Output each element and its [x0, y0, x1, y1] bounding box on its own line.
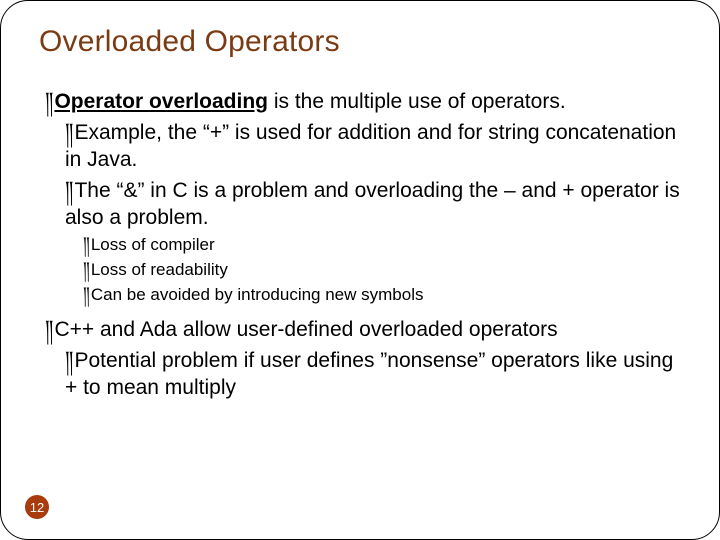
bullet-level-2: ༎The “&” in C is a problem and overloadi… — [65, 176, 681, 232]
slide-content: ༎Operator overloading is the multiple us… — [39, 87, 681, 402]
text-run: Operator overloading — [54, 90, 268, 113]
bullet-icon: ༎ — [45, 315, 53, 342]
bullet-level-1: ༎Operator overloading is the multiple us… — [45, 87, 681, 116]
bullet-icon: ༎ — [65, 176, 73, 203]
text-run: The “&” in C is a problem and overloadin… — [65, 179, 680, 229]
slide-title: Overloaded Operators — [39, 25, 681, 59]
bullet-level-1: ༎C++ and Ada allow user-defined overload… — [45, 315, 681, 344]
bullet-level-3: ༎Loss of compiler — [83, 233, 681, 257]
text-run: Loss of compiler — [91, 235, 215, 254]
text-run: Example, the “+” is used for addition an… — [65, 121, 676, 171]
bullet-block: ༎C++ and Ada allow user-defined overload… — [39, 315, 681, 402]
bullet-icon: ༎ — [83, 233, 90, 256]
bullet-icon: ༎ — [83, 258, 90, 281]
page-number-badge: 12 — [25, 495, 49, 519]
text-run: C++ and Ada allow user-defined overloade… — [54, 318, 557, 341]
slide-frame: Overloaded Operators ༎Operator overloadi… — [0, 0, 720, 540]
bullet-level-2: ༎Potential problem if user defines ”nons… — [65, 346, 681, 402]
text-run: Can be avoided by introducing new symbol… — [91, 285, 424, 304]
bullet-icon: ༎ — [83, 283, 90, 306]
bullet-icon: ༎ — [65, 346, 73, 373]
bullet-level-2: ༎Example, the “+” is used for addition a… — [65, 118, 681, 174]
bullet-level-3: ༎Can be avoided by introducing new symbo… — [83, 283, 681, 307]
text-run: Potential problem if user defines ”nonse… — [65, 349, 673, 399]
bullet-icon: ༎ — [45, 87, 53, 114]
bullet-block: ༎Operator overloading is the multiple us… — [39, 87, 681, 307]
bullet-level-3: ༎Loss of readability — [83, 258, 681, 282]
bullet-icon: ༎ — [65, 118, 73, 145]
text-run: Loss of readability — [91, 260, 228, 279]
text-run: is the multiple use of operators. — [268, 90, 566, 113]
